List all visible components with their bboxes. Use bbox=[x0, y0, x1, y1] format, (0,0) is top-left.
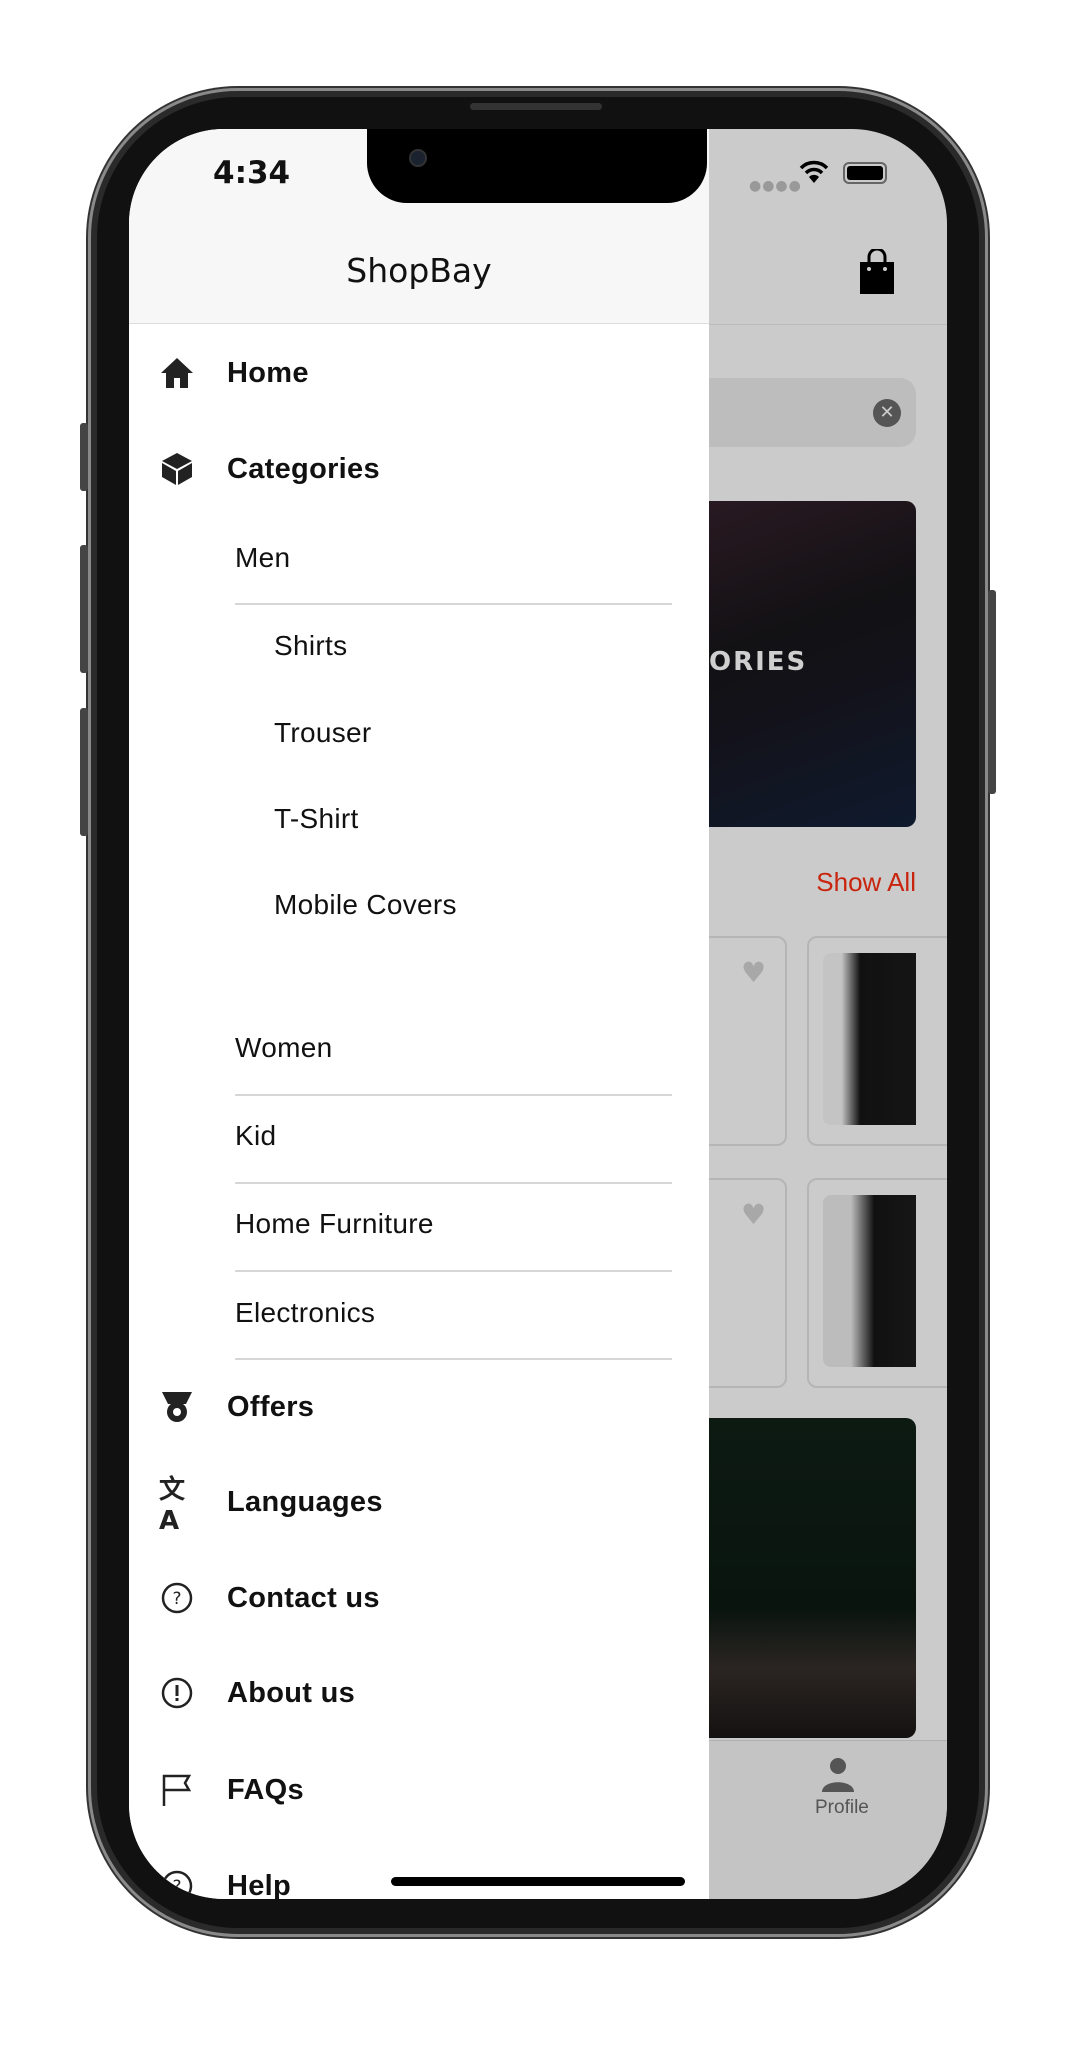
battery-icon bbox=[843, 162, 887, 184]
show-all-link[interactable]: Show All bbox=[816, 867, 916, 898]
divider bbox=[235, 1358, 672, 1360]
camera bbox=[409, 149, 427, 167]
divider bbox=[235, 1182, 672, 1184]
category-electronics[interactable]: Electronics bbox=[235, 1297, 375, 1329]
categories-banner[interactable]: ORIES bbox=[689, 501, 916, 827]
drawer-item-categories[interactable]: Categories bbox=[129, 439, 709, 499]
drawer-item-home[interactable]: Home bbox=[129, 343, 709, 403]
category-home-furniture[interactable]: Home Furniture bbox=[235, 1208, 434, 1240]
volume-down-button bbox=[80, 708, 88, 836]
drawer-item-offers[interactable]: Offers bbox=[129, 1377, 709, 1437]
divider bbox=[235, 1094, 672, 1096]
svg-text:?: ? bbox=[172, 1877, 181, 1897]
svg-text:?: ? bbox=[172, 1589, 181, 1609]
subcategory-tshirt[interactable]: T-Shirt bbox=[274, 803, 359, 835]
nav-profile-label[interactable]: Profile bbox=[815, 1797, 869, 1819]
drawer-item-label: Offers bbox=[227, 1390, 315, 1423]
cube-icon bbox=[159, 451, 195, 487]
category-men[interactable]: Men bbox=[235, 542, 290, 574]
category-women[interactable]: Women bbox=[235, 1032, 332, 1064]
drawer-item-label: Home bbox=[227, 356, 309, 389]
product-image-tshirt bbox=[823, 1195, 916, 1367]
promo-banner[interactable] bbox=[689, 1418, 916, 1738]
navigation-drawer: 4:34 ShopBay Home Categories Men Shirts … bbox=[129, 129, 709, 1899]
drawer-item-about-us[interactable]: About us bbox=[129, 1663, 709, 1723]
subcategory-mobile-covers[interactable]: Mobile Covers bbox=[274, 889, 457, 921]
drawer-item-contact-us[interactable]: ? Contact us bbox=[129, 1568, 709, 1628]
notch bbox=[367, 129, 707, 203]
drawer-item-faqs[interactable]: FAQs bbox=[129, 1760, 709, 1820]
status-time: 4:34 bbox=[213, 155, 291, 191]
divider bbox=[235, 603, 672, 605]
screen: ✕ ORIES Show All ♥ ♥ Profile ●●●● 4:34 S… bbox=[129, 129, 947, 1899]
home-icon bbox=[159, 355, 195, 391]
drawer-item-label: Contact us bbox=[227, 1581, 380, 1614]
mute-switch bbox=[80, 423, 88, 491]
drawer-item-label: About us bbox=[227, 1676, 356, 1709]
banner-text: ORIES bbox=[709, 647, 808, 677]
speaker-grille bbox=[470, 103, 602, 110]
drawer-item-label: Categories bbox=[227, 452, 380, 485]
product-image-hoodie bbox=[823, 953, 916, 1125]
wifi-icon bbox=[799, 159, 829, 192]
offer-badge-icon bbox=[159, 1389, 195, 1425]
drawer-item-label: Languages bbox=[227, 1485, 383, 1518]
clear-search-icon[interactable]: ✕ bbox=[873, 399, 901, 427]
shopping-bag-icon[interactable] bbox=[859, 247, 894, 294]
signal-icon: ●●●● bbox=[749, 178, 802, 194]
volume-up-button bbox=[80, 545, 88, 673]
power-button bbox=[988, 590, 996, 794]
drawer-item-label: Help bbox=[227, 1869, 292, 1900]
subcategory-trouser[interactable]: Trouser bbox=[274, 717, 372, 749]
category-kid[interactable]: Kid bbox=[235, 1120, 276, 1152]
home-indicator[interactable] bbox=[391, 1877, 685, 1886]
flag-icon bbox=[159, 1772, 195, 1808]
drawer-item-languages[interactable]: 文A Languages bbox=[129, 1472, 709, 1536]
info-circle-icon bbox=[159, 1675, 195, 1711]
heart-icon[interactable]: ♥ bbox=[741, 1198, 766, 1231]
divider bbox=[235, 1270, 672, 1272]
drawer-item-label: FAQs bbox=[227, 1773, 304, 1806]
help-circle-icon: ? bbox=[159, 1580, 195, 1616]
translate-icon: 文A bbox=[159, 1474, 186, 1536]
profile-icon[interactable] bbox=[821, 1757, 869, 1797]
heart-icon[interactable]: ♥ bbox=[741, 956, 766, 989]
help-icon: ? bbox=[159, 1868, 195, 1899]
app-title: ShopBay bbox=[346, 251, 492, 290]
subcategory-shirts[interactable]: Shirts bbox=[274, 630, 347, 662]
